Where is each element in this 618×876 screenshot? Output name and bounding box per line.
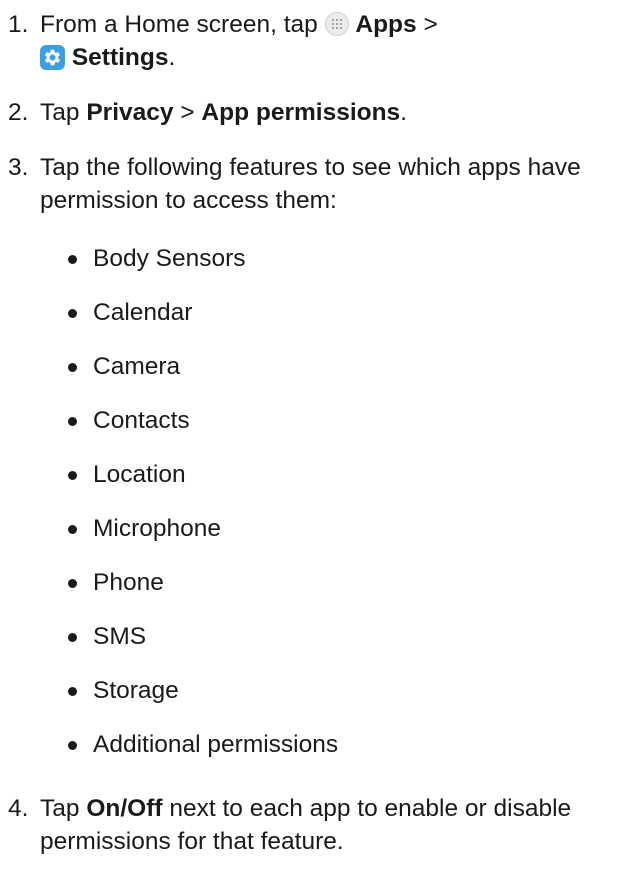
settings-label: Settings — [71, 44, 169, 71]
step-text: From a Home screen, tap Apps > Settings. — [40, 11, 438, 71]
bullet-icon — [68, 416, 77, 426]
step-number: 2. — [8, 99, 29, 126]
list-item: Phone — [8, 556, 608, 610]
step-number: 3. — [8, 154, 29, 181]
step-text: Tap the following features to see which … — [40, 154, 581, 214]
list-item: Location — [8, 448, 608, 502]
apps-icon — [324, 12, 349, 36]
step-3: 3. Tap the following features to see whi… — [8, 151, 608, 217]
on-off-label: On/Off — [86, 795, 163, 822]
step-text: Tap On/Off next to each app to enable or… — [40, 795, 572, 855]
bullet-icon — [68, 308, 77, 318]
step-number: 1. — [8, 11, 29, 38]
list-item: Body Sensors — [8, 232, 608, 286]
bullet-icon — [68, 470, 77, 480]
bullet-icon — [68, 578, 77, 588]
settings-icon — [40, 45, 65, 70]
list-item: Contacts — [8, 394, 608, 448]
bullet-icon — [68, 632, 77, 642]
bullet-icon — [68, 524, 77, 534]
list-item: Storage — [8, 664, 608, 718]
list-item: Camera — [8, 340, 608, 394]
step-text: Tap Privacy > App permissions. — [40, 99, 407, 126]
list-item: Microphone — [8, 502, 608, 556]
instruction-steps: 1. From a Home screen, tap Apps > Settin… — [8, 8, 608, 858]
privacy-label: Privacy — [86, 99, 174, 126]
list-item: Calendar — [8, 286, 608, 340]
list-item: SMS — [8, 610, 608, 664]
bullet-icon — [68, 740, 77, 750]
feature-list: Body Sensors Calendar Camera Contacts Lo… — [8, 232, 608, 772]
step-1: 1. From a Home screen, tap Apps > Settin… — [8, 8, 608, 74]
step-number: 4. — [8, 795, 29, 822]
list-item: Additional permissions — [8, 718, 608, 772]
step-4: 4. Tap On/Off next to each app to enable… — [8, 792, 608, 858]
app-permissions-label: App permissions — [201, 99, 401, 126]
apps-label: Apps — [355, 11, 417, 38]
bullet-icon — [68, 254, 77, 264]
bullet-icon — [68, 686, 77, 696]
step-2: 2. Tap Privacy > App permissions. — [8, 96, 608, 129]
bullet-icon — [68, 362, 77, 372]
